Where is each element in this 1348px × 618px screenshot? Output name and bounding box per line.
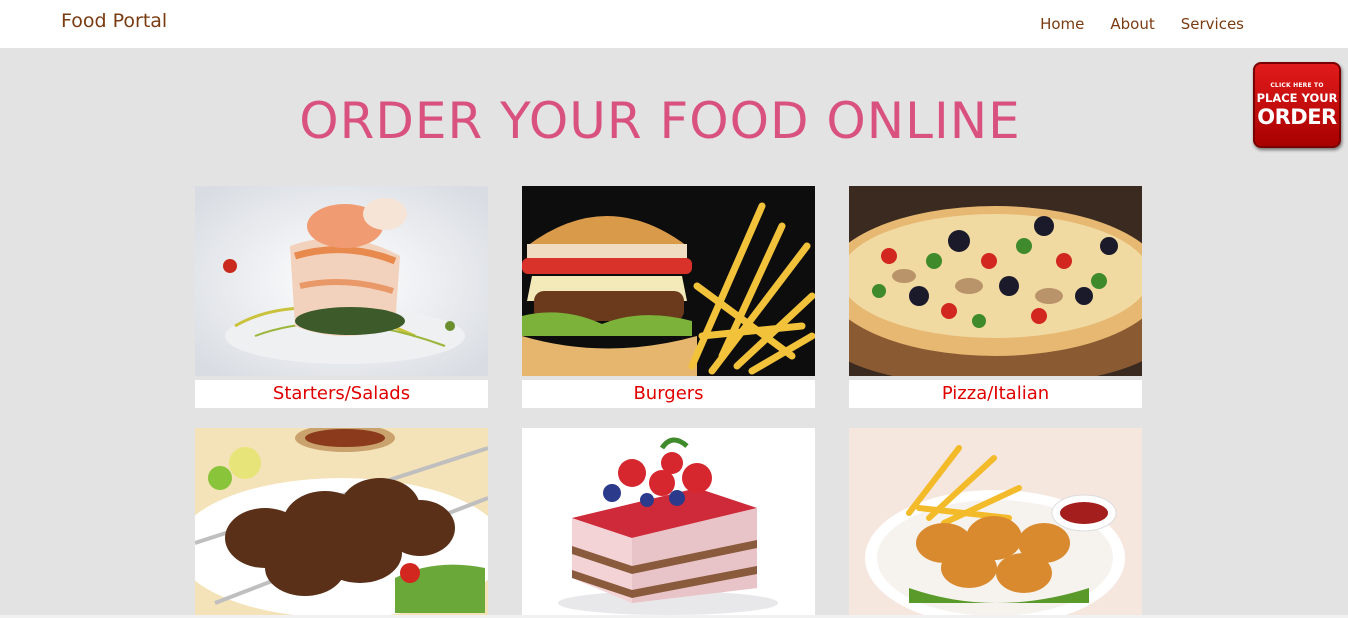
category-card-starters: Starters/Salads [195, 186, 488, 408]
order-badge-line1: CLICK HERE TO [1270, 81, 1324, 89]
category-card-pizza: Pizza/Italian [849, 186, 1142, 408]
nav-home-link[interactable]: Home [1040, 15, 1084, 33]
cake-dessert-image[interactable] [522, 428, 815, 618]
burger-fries-image[interactable] [522, 186, 815, 376]
category-card-chicken [849, 428, 1142, 618]
chicken-nuggets-image[interactable] [849, 428, 1142, 618]
top-navbar: Food Portal Home About Services [0, 0, 1348, 48]
category-card-burgers: Burgers [522, 186, 815, 408]
pizza-image[interactable] [849, 186, 1142, 376]
brand-link[interactable]: Food Portal [61, 10, 167, 32]
nav-links: Home About Services [1040, 15, 1244, 33]
kebab-image[interactable] [195, 428, 488, 618]
page-title: ORDER YOUR FOOD ONLINE [299, 92, 1021, 150]
category-label-starters[interactable]: Starters/Salads [195, 380, 488, 408]
category-label-burgers[interactable]: Burgers [522, 380, 815, 408]
nav-about-link[interactable]: About [1110, 15, 1154, 33]
nav-services-link[interactable]: Services [1181, 15, 1244, 33]
category-card-dessert [522, 428, 815, 618]
starter-salad-image[interactable] [195, 186, 488, 376]
category-card-kebab [195, 428, 488, 618]
category-label-pizza[interactable]: Pizza/Italian [849, 380, 1142, 408]
